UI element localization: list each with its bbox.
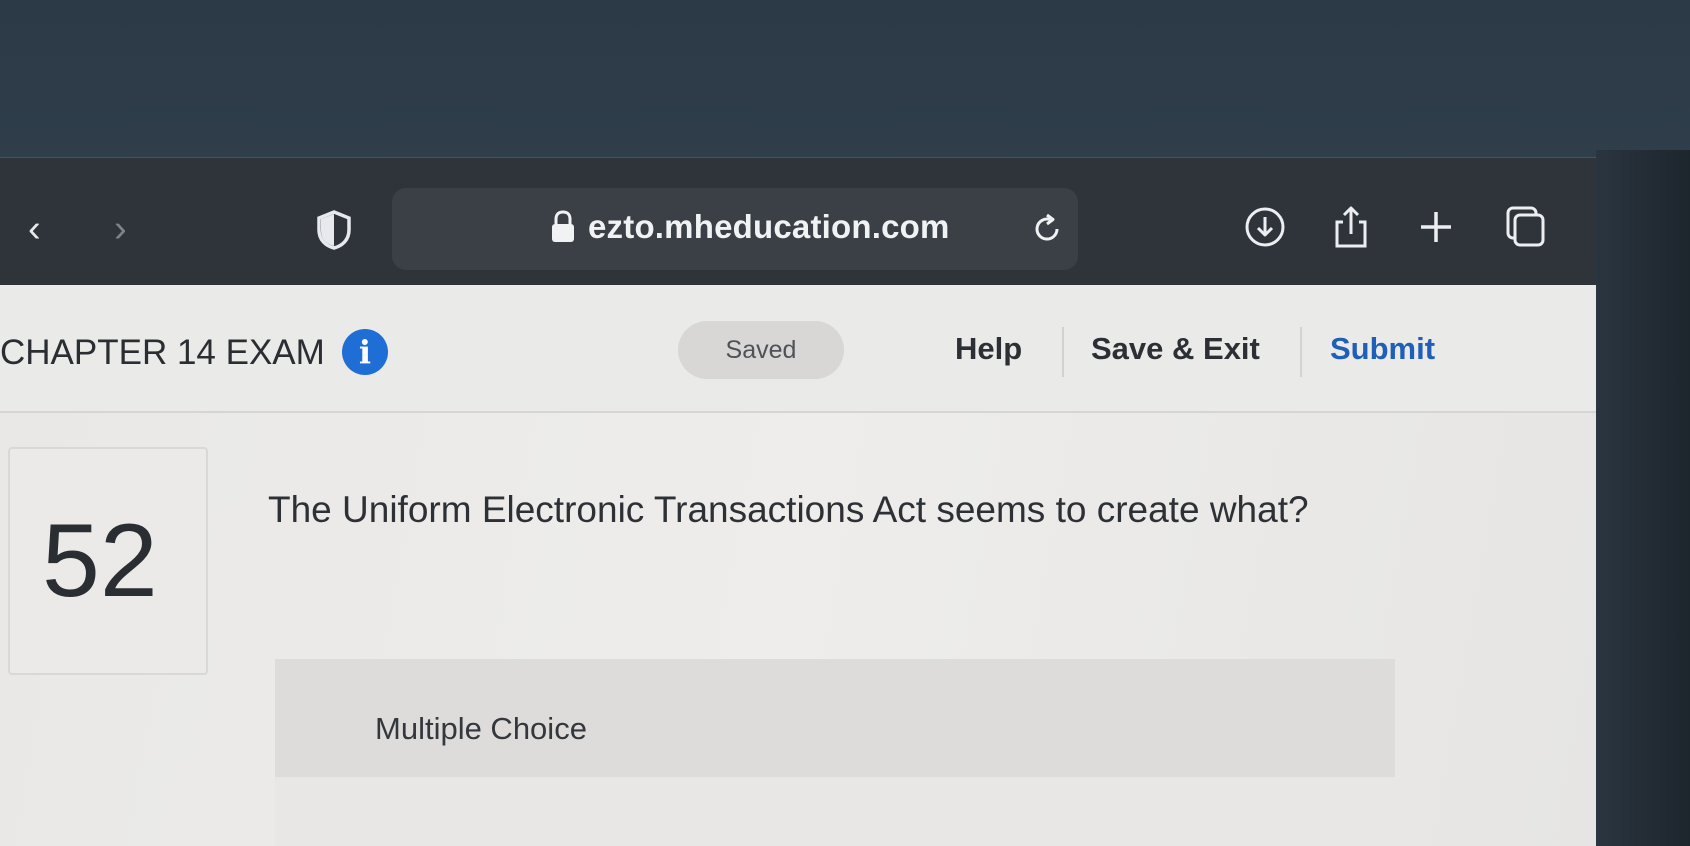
reload-icon[interactable] (1030, 212, 1064, 246)
device-bezel (1596, 150, 1690, 846)
exam-page: CHAPTER 14 EXAM i Saved Help Save & Exit… (0, 285, 1596, 846)
shield-icon[interactable] (316, 210, 352, 250)
answer-panel: Multiple Choice (275, 659, 1395, 846)
plus-icon[interactable] (1414, 204, 1458, 250)
address-bar[interactable]: ezto.mheducation.com (392, 188, 1078, 270)
header-divider (1062, 327, 1064, 377)
exam-title: CHAPTER 14 EXAM (0, 333, 325, 372)
chevron-right-icon[interactable]: › (114, 210, 127, 248)
lock-icon (552, 210, 574, 242)
save-exit-button[interactable]: Save & Exit (1091, 331, 1260, 367)
tabs-icon[interactable] (1504, 204, 1548, 250)
answer-panel-header: Multiple Choice (275, 659, 1395, 777)
question-type-label: Multiple Choice (375, 711, 587, 746)
help-button[interactable]: Help (955, 331, 1022, 367)
download-icon[interactable] (1243, 204, 1287, 250)
url-text[interactable]: ezto.mheducation.com (588, 208, 950, 246)
question-number-box: 52 (8, 447, 208, 675)
browser-toolbar: ‹ › ezto.mheducation.com (0, 157, 1596, 286)
share-icon[interactable] (1329, 204, 1373, 250)
chevron-left-icon[interactable]: ‹ (28, 210, 41, 248)
question-number: 52 (42, 503, 158, 619)
answer-options-area (275, 777, 1395, 846)
submit-button[interactable]: Submit (1330, 331, 1435, 367)
exam-header: CHAPTER 14 EXAM i Saved Help Save & Exit… (0, 285, 1596, 413)
saved-status-badge: Saved (678, 321, 844, 379)
info-icon[interactable]: i (342, 329, 388, 375)
question-text: The Uniform Electronic Transactions Act … (268, 489, 1309, 530)
header-divider (1300, 327, 1302, 377)
